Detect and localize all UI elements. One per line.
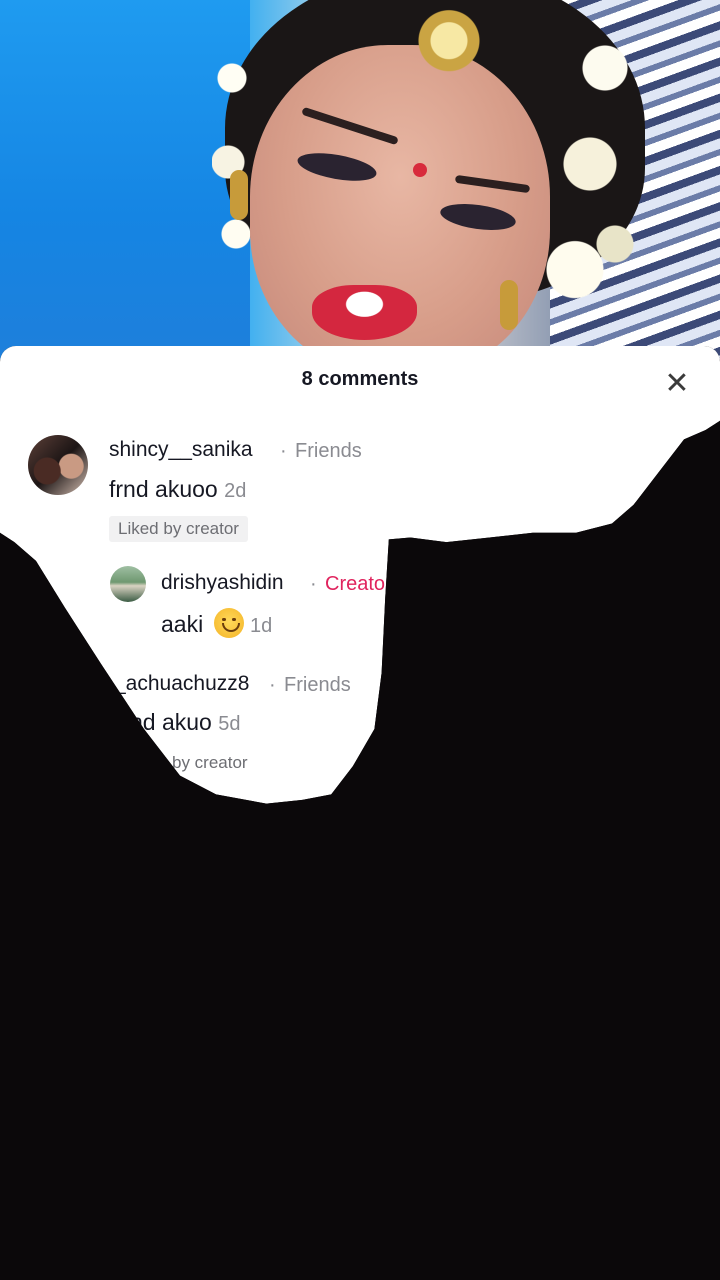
- liked-by-creator-badge: by creator: [172, 753, 248, 772]
- video-earring-left: [230, 170, 248, 220]
- comment-text: nd akuo 5d: [130, 709, 241, 736]
- comment-username[interactable]: drishyashidin: [161, 571, 284, 595]
- comment-time: 5d: [218, 713, 241, 735]
- video-flowers-right: [545, 20, 645, 340]
- comment-time: 2d: [224, 480, 247, 502]
- video-frame[interactable]: [0, 0, 720, 360]
- creator-badge: Creato: [325, 573, 386, 595]
- comment-separator: ·: [269, 674, 276, 696]
- comment-text: aaki 1d: [161, 608, 272, 638]
- avatar[interactable]: [110, 566, 146, 602]
- avatar[interactable]: [28, 435, 88, 495]
- comment-separator: ·: [310, 573, 317, 595]
- comments-panel: 8 comments ✕ shincy__sanika · Friends fr…: [0, 346, 720, 1280]
- close-icon[interactable]: ✕: [660, 367, 694, 401]
- comment-body: frnd akuoo: [109, 476, 218, 502]
- comments-count-title: 8 comments: [301, 368, 419, 390]
- video-bindi: [413, 163, 427, 177]
- smiling-face-emoji-icon: [213, 608, 244, 638]
- comment-separator: ·: [280, 440, 287, 462]
- liked-by-creator-badge: Liked by creator: [109, 516, 248, 542]
- video-lips: [312, 285, 417, 340]
- video-jewelry: [412, 2, 486, 88]
- comment-username[interactable]: _achuachuzz8: [114, 672, 249, 696]
- comment-body: aaki: [161, 611, 204, 637]
- video-flowers-left: [212, 30, 252, 270]
- comments-panel-surface: [0, 346, 720, 804]
- friends-badge: Friends: [284, 674, 351, 696]
- comment-time: 1d: [249, 615, 273, 637]
- comment-username[interactable]: shincy__sanika: [109, 438, 253, 462]
- friends-badge: Friends: [295, 440, 362, 462]
- video-earring-right: [500, 280, 518, 330]
- comment-text: frnd akuoo 2d: [109, 476, 246, 503]
- comment-body: nd akuo: [130, 709, 212, 735]
